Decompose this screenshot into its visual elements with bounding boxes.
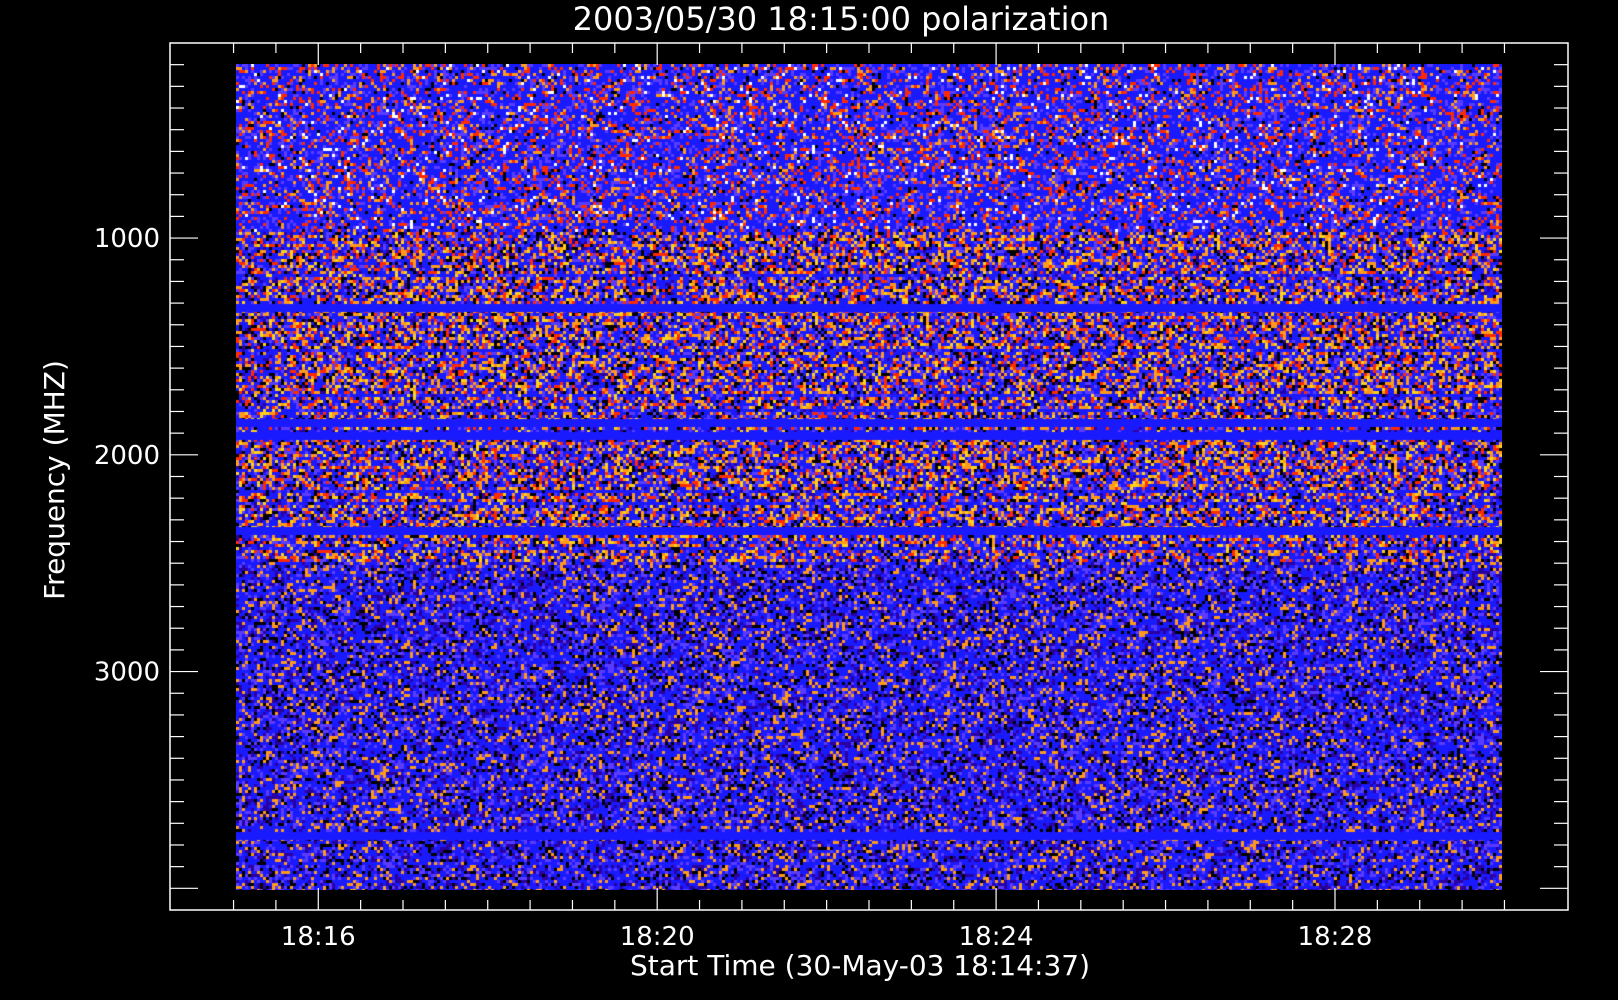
y-tick-label: 3000 [94, 658, 160, 688]
spectrogram-image [236, 64, 1502, 890]
chart-title: 2003/05/30 18:15:00 polarization [573, 0, 1110, 38]
x-axis-label: Start Time (30-May-03 18:14:37) [630, 949, 1090, 982]
spectrogram-chart: 2003/05/30 18:15:00 polarization 18:16 18… [0, 0, 1618, 1000]
x-tick-label: 18:16 [281, 922, 356, 952]
x-tick-label: 18:24 [959, 922, 1034, 952]
y-tick-label: 1000 [94, 224, 160, 254]
x-tick-label: 18:20 [620, 922, 695, 952]
spectrogram-heatmap-raster [236, 64, 1502, 890]
y-axis-label: Frequency (MHZ) [38, 360, 71, 600]
y-tick-label: 2000 [94, 441, 160, 471]
x-tick-label: 18:28 [1298, 922, 1373, 952]
